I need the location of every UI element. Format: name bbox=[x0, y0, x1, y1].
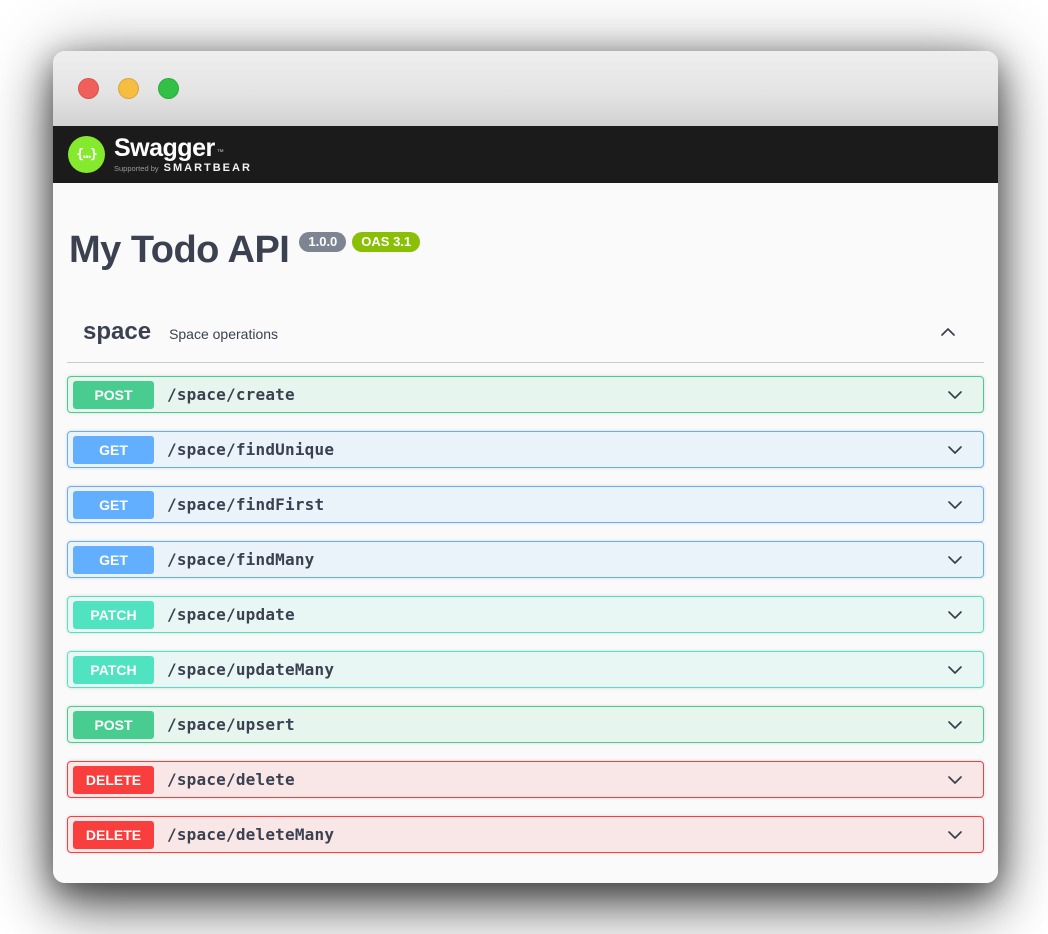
trademark-symbol: ™ bbox=[217, 149, 224, 156]
operation-row[interactable]: POST /space/create bbox=[67, 376, 984, 413]
chevron-down-icon[interactable] bbox=[945, 440, 965, 460]
method-badge: PATCH bbox=[73, 656, 154, 684]
swagger-topbar: {…} Swagger ™ Supported by SMARTBEAR bbox=[53, 126, 998, 183]
traffic-lights bbox=[78, 78, 179, 99]
operation-path: /space/update bbox=[167, 605, 295, 624]
operation-path: /space/updateMany bbox=[167, 660, 334, 679]
operation-path: /space/upsert bbox=[167, 715, 295, 734]
swagger-logo-icon: {…} bbox=[68, 136, 105, 173]
method-badge: PATCH bbox=[73, 601, 154, 629]
chevron-down-icon[interactable] bbox=[945, 385, 965, 405]
operation-row[interactable]: GET /space/findMany bbox=[67, 541, 984, 578]
chevron-down-icon[interactable] bbox=[945, 770, 965, 790]
chevron-up-icon[interactable] bbox=[938, 322, 958, 342]
swagger-brand: Swagger ™ Supported by SMARTBEAR bbox=[114, 135, 252, 174]
tag-description: Space operations bbox=[169, 326, 278, 342]
oas-version-badge: OAS 3.1 bbox=[352, 232, 420, 252]
brand-name: Swagger bbox=[114, 135, 215, 161]
chevron-down-icon[interactable] bbox=[945, 550, 965, 570]
tag-name: space bbox=[83, 318, 151, 346]
close-window-button[interactable] bbox=[78, 78, 99, 99]
browser-window: {…} Swagger ™ Supported by SMARTBEAR My … bbox=[53, 51, 998, 883]
method-badge: GET bbox=[73, 436, 154, 464]
operation-row[interactable]: GET /space/findUnique bbox=[67, 431, 984, 468]
method-badge: DELETE bbox=[73, 821, 154, 849]
chevron-down-icon[interactable] bbox=[945, 605, 965, 625]
operation-path: /space/delete bbox=[167, 770, 295, 789]
api-badges: 1.0.0 OAS 3.1 bbox=[299, 232, 420, 252]
method-badge: POST bbox=[73, 711, 154, 739]
api-info: My Todo API 1.0.0 OAS 3.1 bbox=[69, 230, 984, 270]
operation-row[interactable]: DELETE /space/delete bbox=[67, 761, 984, 798]
operation-row[interactable]: PATCH /space/update bbox=[67, 596, 984, 633]
maximize-window-button[interactable] bbox=[158, 78, 179, 99]
operation-path: /space/findUnique bbox=[167, 440, 334, 459]
method-badge: GET bbox=[73, 546, 154, 574]
supported-by-label: Supported by bbox=[114, 164, 159, 173]
operations-list: POST /space/create GET /space/findUnique… bbox=[67, 376, 984, 853]
minimize-window-button[interactable] bbox=[118, 78, 139, 99]
operation-row[interactable]: PATCH /space/updateMany bbox=[67, 651, 984, 688]
chevron-down-icon[interactable] bbox=[945, 715, 965, 735]
version-badge: 1.0.0 bbox=[299, 232, 346, 252]
smartbear-logo-text: SMARTBEAR bbox=[164, 162, 252, 174]
tag-section-header[interactable]: space Space operations bbox=[67, 318, 984, 363]
operation-path: /space/create bbox=[167, 385, 295, 404]
method-badge: GET bbox=[73, 491, 154, 519]
chevron-down-icon[interactable] bbox=[945, 660, 965, 680]
operation-row[interactable]: DELETE /space/deleteMany bbox=[67, 816, 984, 853]
chevron-down-icon[interactable] bbox=[945, 825, 965, 845]
method-badge: DELETE bbox=[73, 766, 154, 794]
chevron-down-icon[interactable] bbox=[945, 495, 965, 515]
operation-path: /space/findMany bbox=[167, 550, 315, 569]
operation-path: /space/deleteMany bbox=[167, 825, 334, 844]
api-docs-content: My Todo API 1.0.0 OAS 3.1 space Space op… bbox=[53, 183, 998, 883]
operation-row[interactable]: POST /space/upsert bbox=[67, 706, 984, 743]
page-title: My Todo API bbox=[69, 230, 289, 270]
method-badge: POST bbox=[73, 381, 154, 409]
operation-path: /space/findFirst bbox=[167, 495, 324, 514]
macos-titlebar bbox=[53, 51, 998, 126]
operation-row[interactable]: GET /space/findFirst bbox=[67, 486, 984, 523]
